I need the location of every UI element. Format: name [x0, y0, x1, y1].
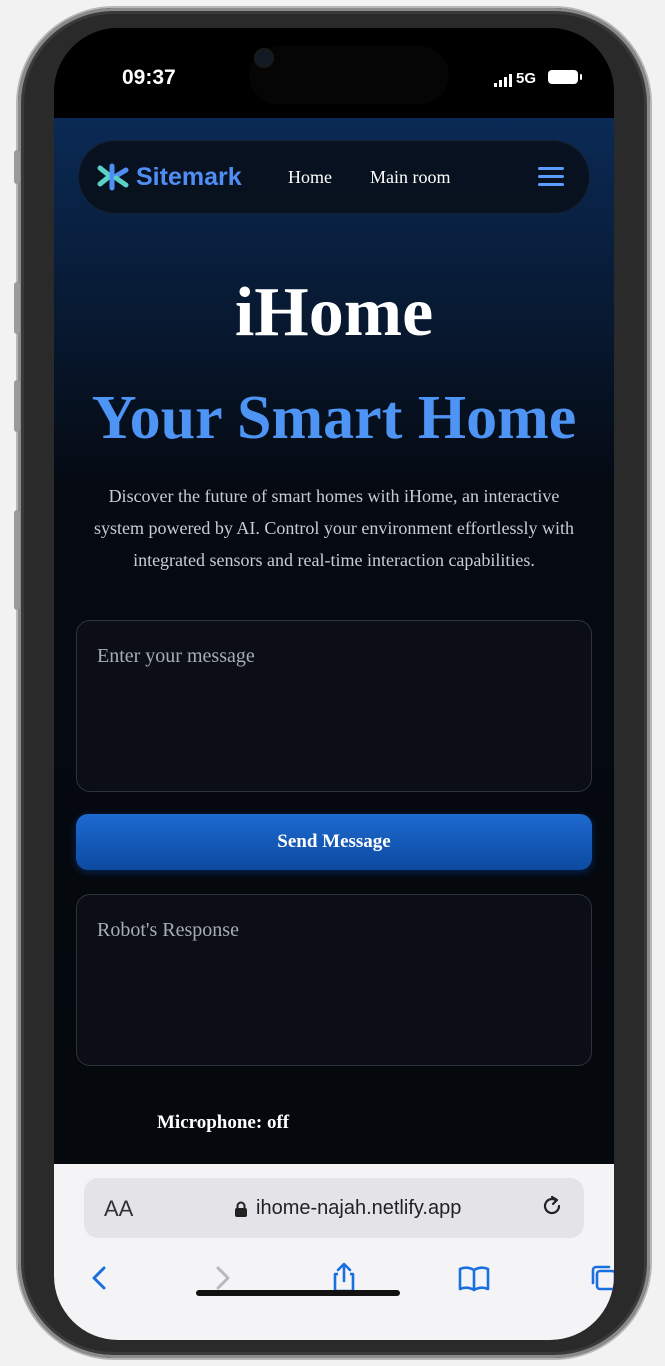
network-type: 5G: [515, 70, 536, 87]
volume-up-button: [14, 282, 20, 334]
brand-name: Sitemark: [136, 162, 242, 191]
status-bar: 09:37 5G: [54, 28, 614, 118]
nav-link-home[interactable]: Home: [288, 167, 332, 188]
url-text: ihome-najah.netlify.app: [256, 1197, 462, 1219]
microphone-status: Microphone: off: [157, 1112, 290, 1133]
signal-indicator: 5G: [493, 70, 536, 87]
page-title: iHome: [234, 274, 434, 351]
back-icon[interactable]: [82, 1260, 118, 1296]
action-button: [14, 150, 20, 184]
dynamic-island: [249, 46, 449, 104]
battery-icon: [548, 70, 582, 84]
phone-screen: 09:37 5G Sitemark Home Main room iHome Y…: [54, 28, 614, 1340]
text-size-button[interactable]: AA: [104, 1196, 133, 1222]
camera-icon: [256, 50, 272, 66]
send-message-button[interactable]: Send Message: [76, 814, 592, 870]
address-bar[interactable]: AA ihome-najah.netlify.app: [84, 1178, 584, 1238]
browser-toolbar: [54, 1256, 614, 1306]
page-description: Discover the future of smart homes with …: [93, 486, 575, 570]
browser-bottom-bar: AA ihome-najah.netlify.app: [54, 1164, 614, 1340]
brand-logo[interactable]: Sitemark: [96, 162, 242, 192]
volume-down-button: [14, 380, 20, 432]
hamburger-menu-icon[interactable]: [538, 167, 564, 187]
robot-response-box: Robot's Response: [76, 894, 592, 1066]
status-time: 09:37: [122, 66, 176, 89]
page-subtitle: Your Smart Home: [91, 384, 577, 452]
nav-link-main-room[interactable]: Main room: [370, 167, 451, 188]
mute-switch: [14, 510, 20, 610]
web-page: Sitemark Home Main room iHome Your Smart…: [54, 118, 614, 1164]
message-placeholder: Enter your message: [97, 645, 255, 667]
bookmarks-icon[interactable]: [456, 1260, 492, 1296]
tabs-icon[interactable]: [586, 1260, 614, 1296]
signal-bars-icon: [493, 74, 512, 87]
home-indicator[interactable]: [196, 1290, 400, 1296]
lock-icon: [235, 1201, 247, 1217]
message-input[interactable]: Enter your message: [76, 620, 592, 792]
navbar: Sitemark Home Main room: [78, 140, 590, 214]
sitemark-logo-icon: [97, 163, 129, 191]
url-display[interactable]: ihome-najah.netlify.app: [234, 1197, 461, 1220]
reload-icon[interactable]: [538, 1192, 566, 1220]
robot-response-label: Robot's Response: [97, 919, 239, 941]
